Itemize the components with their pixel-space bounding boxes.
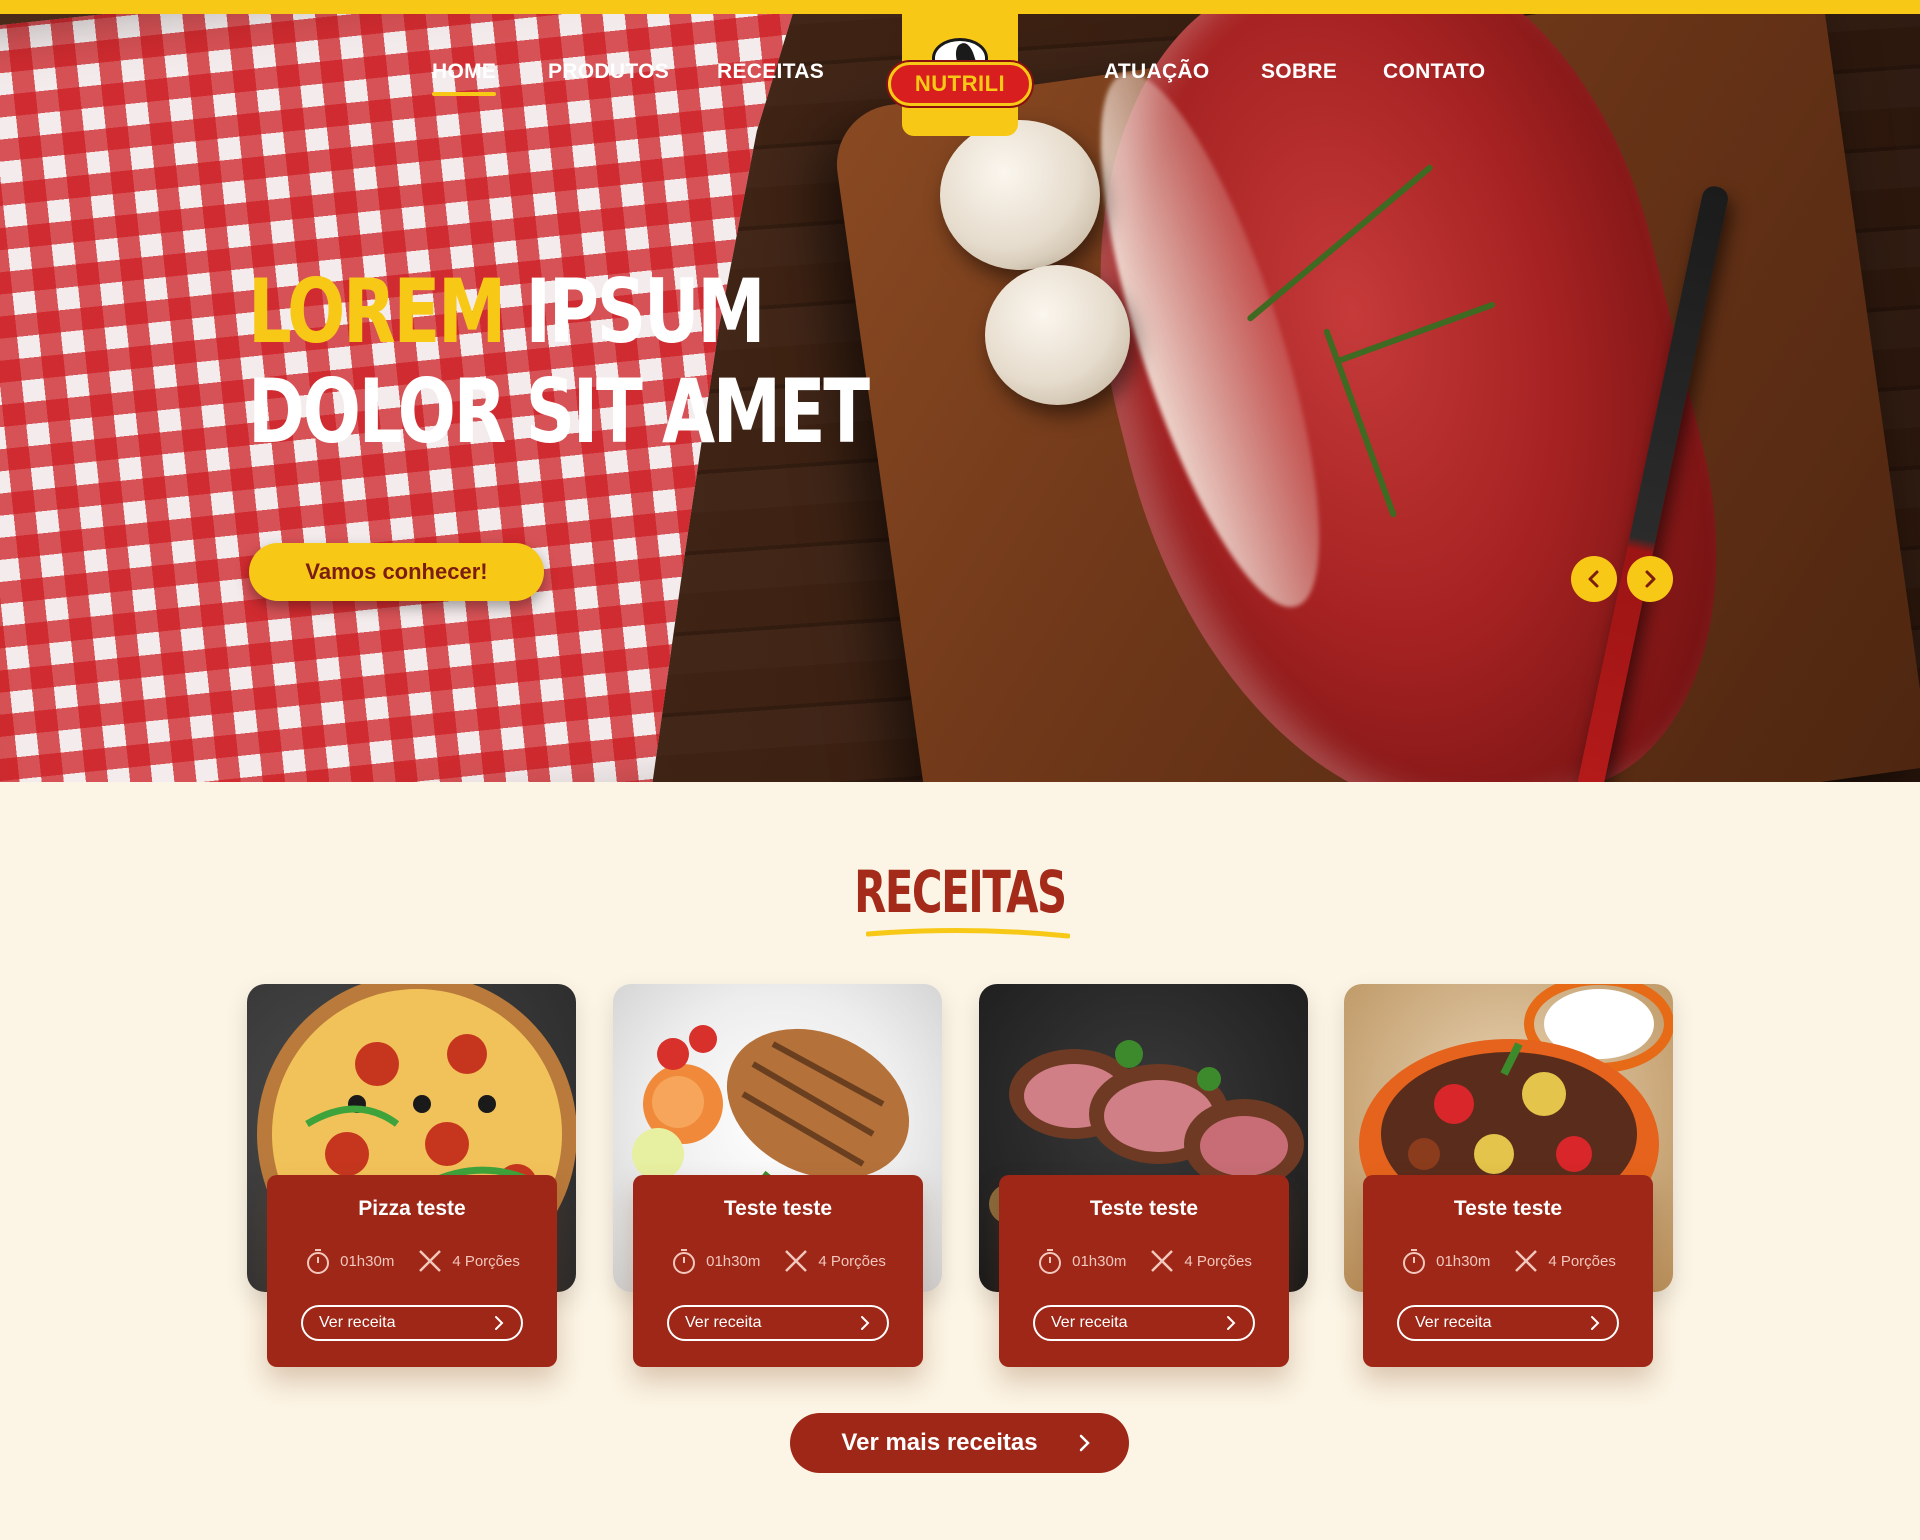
recipe-time-value: 01h30m [706,1252,761,1270]
recipe-title: Teste teste [1089,1197,1199,1220]
garlic-image [940,120,1100,270]
hero-headline-line1: LOREM IPSUM [248,262,868,362]
recipe-time-value: 01h30m [1072,1252,1127,1270]
recipe-time: 01h30m [1400,1247,1490,1275]
chevron-right-icon [1645,570,1656,588]
recipe-servings-value: 4 Porções [452,1252,520,1270]
recipe-time: 01h30m [670,1247,760,1275]
recipe-card: Teste teste 01h30m 4 Porções Ver receita [633,1175,923,1367]
recipe-title: Teste teste [723,1197,833,1220]
ver-receita-button[interactable]: Ver receita [667,1305,889,1341]
stopwatch-icon [673,1249,696,1274]
ver-receita-button[interactable]: Ver receita [301,1305,523,1341]
hero-cta-button[interactable]: Vamos conhecer! [249,543,544,601]
recipe-servings: 4 Porções [1512,1247,1616,1275]
recipe-title: Pizza teste [358,1197,466,1220]
stopwatch-icon [307,1249,330,1274]
recipe-servings-value: 4 Porções [1184,1252,1252,1270]
nav-produtos[interactable]: PRODUTOS [548,60,669,84]
ver-receita-button[interactable]: Ver receita [1397,1305,1619,1341]
ver-receita-label: Ver receita [1415,1314,1492,1331]
carousel-prev-button[interactable] [1571,556,1617,602]
chevron-right-icon [1079,1434,1090,1452]
chevron-right-icon [1591,1316,1600,1330]
garlic-image [985,265,1130,405]
recipe-time-value: 01h30m [340,1252,395,1270]
nav-atuacao[interactable]: ATUAÇÃO [1104,60,1210,84]
ver-mais-receitas-label: Ver mais receitas [841,1429,1038,1456]
recipe-card: Teste teste 01h30m 4 Porções Ver receita [1363,1175,1653,1367]
recipe-servings: 4 Porções [416,1247,520,1275]
brand-logo[interactable]: NUTRILI [888,62,1032,106]
cutlery-icon [419,1250,442,1272]
recipe-time-value: 01h30m [1436,1252,1491,1270]
recipe-time: 01h30m [304,1247,394,1275]
stopwatch-icon [1039,1249,1062,1274]
recipe-servings-value: 4 Porções [818,1252,886,1270]
nav-receitas[interactable]: RECEITAS [717,60,824,84]
ver-receita-label: Ver receita [319,1314,396,1331]
chevron-left-icon [1588,570,1599,588]
section-title-receitas: RECEITAS [0,858,1920,926]
section-title-text: RECEITAS [854,858,1067,926]
hero-headline: LOREM IPSUM DOLOR SIT AMET [248,262,870,463]
recipe-title: Teste teste [1453,1197,1563,1220]
chevron-right-icon [1227,1316,1236,1330]
ver-receita-label: Ver receita [1051,1314,1128,1331]
recipe-meta: 01h30m 4 Porções [999,1247,1289,1275]
ver-receita-label: Ver receita [685,1314,762,1331]
stopwatch-icon [1403,1249,1426,1274]
title-underline-decoration [866,927,1070,939]
recipe-servings: 4 Porções [1148,1247,1252,1275]
nav-home[interactable]: HOME [432,60,497,96]
recipe-servings-value: 4 Porções [1548,1252,1616,1270]
cutlery-icon [1515,1250,1538,1272]
hero-headline-highlight: LOREM [248,260,506,363]
hero-headline-rest: IPSUM [503,260,766,363]
ver-receita-button[interactable]: Ver receita [1033,1305,1255,1341]
chevron-right-icon [861,1316,870,1330]
carousel-next-button[interactable] [1627,556,1673,602]
recipe-meta: 01h30m 4 Porções [267,1247,557,1275]
hero-headline-line2: DOLOR SIT AMET [248,360,870,463]
recipe-meta: 01h30m 4 Porções [633,1247,923,1275]
chevron-right-icon [495,1316,504,1330]
recipe-card: Pizza teste 01h30m 4 Porções Ver receita [267,1175,557,1367]
cutlery-icon [785,1250,808,1272]
recipe-time: 01h30m [1036,1247,1126,1275]
nav-sobre[interactable]: SOBRE [1261,60,1337,84]
recipe-servings: 4 Porções [782,1247,886,1275]
nav-contato[interactable]: CONTATO [1383,60,1485,84]
recipe-card: Teste teste 01h30m 4 Porções Ver receita [999,1175,1289,1367]
recipe-meta: 01h30m 4 Porções [1363,1247,1653,1275]
cutlery-icon [1151,1250,1174,1272]
ver-mais-receitas-button[interactable]: Ver mais receitas [790,1413,1129,1473]
